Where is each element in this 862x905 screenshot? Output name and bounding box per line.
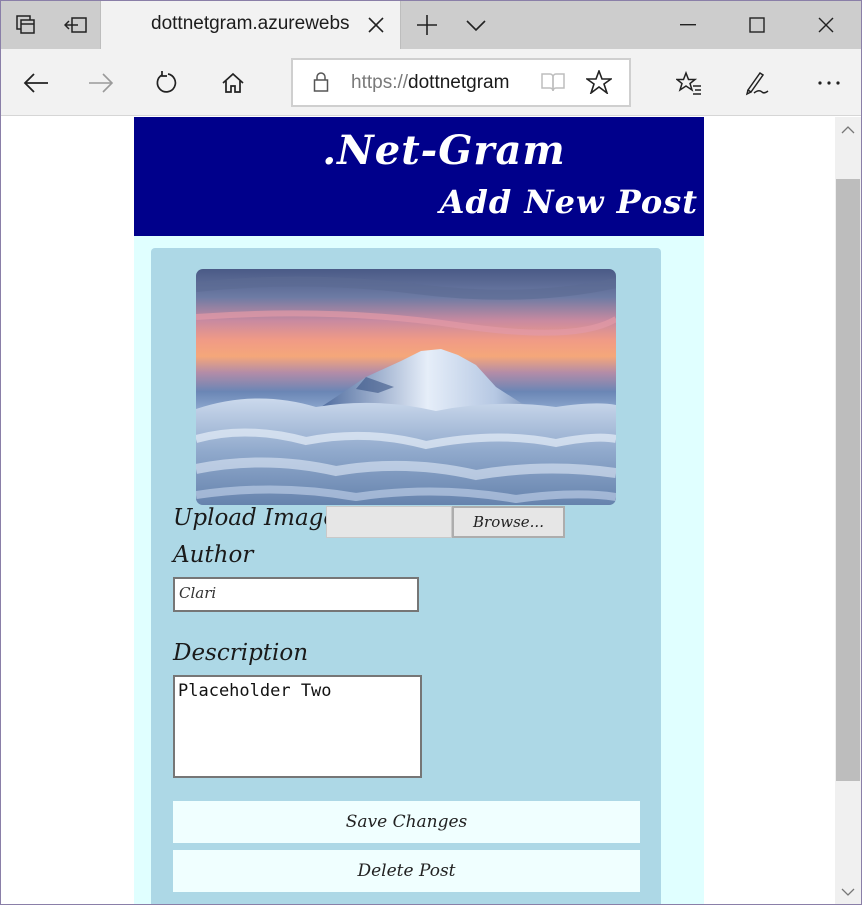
active-tab[interactable]: dottnetgram.azurewebs: [100, 1, 401, 49]
tab-manager-icon[interactable]: [1, 1, 51, 49]
pen-icon[interactable]: [733, 60, 779, 106]
plus-icon[interactable]: [402, 1, 452, 49]
post-image: [196, 269, 616, 505]
scrollbar-thumb[interactable]: [836, 179, 860, 781]
favorites-list-icon[interactable]: [666, 60, 712, 106]
scroll-up-icon[interactable]: [835, 117, 861, 143]
book-icon[interactable]: [540, 70, 566, 98]
lock-icon: [313, 72, 329, 96]
site-title: .Net-Gram: [322, 127, 566, 174]
browser-toolbar: https://dottnetgram: [1, 49, 861, 116]
page-heading: Add New Post: [439, 183, 698, 221]
title-bar: dottnetgram.azurewebs: [1, 1, 861, 49]
save-changes-button[interactable]: Save Changes: [173, 801, 640, 843]
scroll-down-icon[interactable]: [835, 879, 861, 904]
window-close-icon[interactable]: [791, 1, 861, 49]
post-card: Upload Image Browse... Author Clari Desc…: [151, 248, 661, 904]
upload-label: Upload Image: [173, 505, 337, 531]
file-path-field[interactable]: [326, 506, 452, 538]
delete-post-button[interactable]: Delete Post: [173, 850, 640, 892]
arrow-right-icon[interactable]: [78, 60, 124, 106]
browser-window: dottnetgram.azurewebs https://dottnetgra…: [0, 0, 862, 905]
description-field[interactable]: Placeholder Two: [173, 675, 422, 778]
minimize-icon[interactable]: [653, 1, 723, 49]
page-container: .Net-Gram Add New Post Upload Image Brow…: [134, 117, 704, 904]
browse-button[interactable]: Browse...: [452, 506, 565, 538]
set-aside-tabs-icon[interactable]: [51, 1, 101, 49]
chevron-down-icon[interactable]: [451, 1, 501, 49]
more-icon[interactable]: [806, 60, 852, 106]
star-icon[interactable]: [584, 68, 614, 98]
home-icon[interactable]: [210, 60, 256, 106]
vertical-scrollbar[interactable]: [835, 117, 861, 904]
author-label: Author: [173, 542, 254, 568]
author-field[interactable]: Clari: [173, 577, 419, 612]
tab-title: dottnetgram.azurewebs: [151, 13, 350, 34]
maximize-icon[interactable]: [722, 1, 792, 49]
address-bar[interactable]: https://dottnetgram: [291, 58, 631, 107]
arrow-left-icon[interactable]: [13, 60, 59, 106]
url-text: https://dottnetgram: [351, 72, 510, 93]
close-icon[interactable]: [366, 15, 386, 35]
site-header: .Net-Gram Add New Post: [134, 117, 704, 236]
refresh-icon[interactable]: [144, 60, 190, 106]
page-viewport: .Net-Gram Add New Post Upload Image Brow…: [1, 117, 835, 904]
description-label: Description: [173, 640, 309, 666]
